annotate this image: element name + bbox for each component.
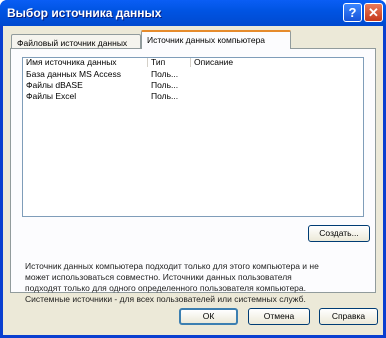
item-type: Поль... [151,80,179,90]
title-bar[interactable]: Выбор источника данных ? ✕ [0,0,386,26]
help-icon[interactable]: ? [343,3,362,22]
cancel-button[interactable]: Отмена [248,308,310,325]
tab-file-data-source[interactable]: Файловый источник данных [11,34,141,48]
column-header-description[interactable]: Описание [191,58,363,67]
column-header-name[interactable]: Имя источника данных [23,58,148,67]
item-name: Файлы Excel [26,91,77,101]
close-icon[interactable]: ✕ [364,3,383,22]
column-header-type[interactable]: Тип [148,58,191,67]
info-text: Источник данных компьютера подходит толь… [25,261,365,305]
dialog-client-area: Файловый источник данных Источник данных… [3,26,383,335]
item-name: База данных MS Access [26,69,122,79]
list-header: Имя источника данных Тип Описание [23,58,363,67]
dialog-window: Выбор источника данных ? ✕ Файловый исто… [0,0,386,338]
item-type: Поль... [151,91,179,101]
help-button[interactable]: Справка [319,308,378,325]
window-title: Выбор источника данных [7,6,162,20]
ok-button[interactable]: ОК [179,308,238,325]
list-item[interactable]: Файлы Excel Поль... [23,91,363,102]
list-item[interactable]: База данных MS Access Поль... [23,69,363,80]
info-line: может использоваться совместно. Источник… [25,272,292,282]
data-source-list[interactable]: Имя источника данных Тип Описание База д… [22,57,364,217]
item-type: Поль... [151,69,179,79]
create-button[interactable]: Создать... [308,225,370,242]
tab-machine-data-source[interactable]: Источник данных компьютера [141,30,291,49]
info-line: Источник данных компьютера подходит толь… [25,261,319,271]
info-line: Системные источники - для всех пользоват… [25,294,306,304]
item-name: Файлы dBASE [26,80,83,90]
list-item[interactable]: Файлы dBASE Поль... [23,80,363,91]
info-line: подходят только для одного определенного… [25,283,306,293]
tab-panel: Имя источника данных Тип Описание База д… [10,48,376,304]
